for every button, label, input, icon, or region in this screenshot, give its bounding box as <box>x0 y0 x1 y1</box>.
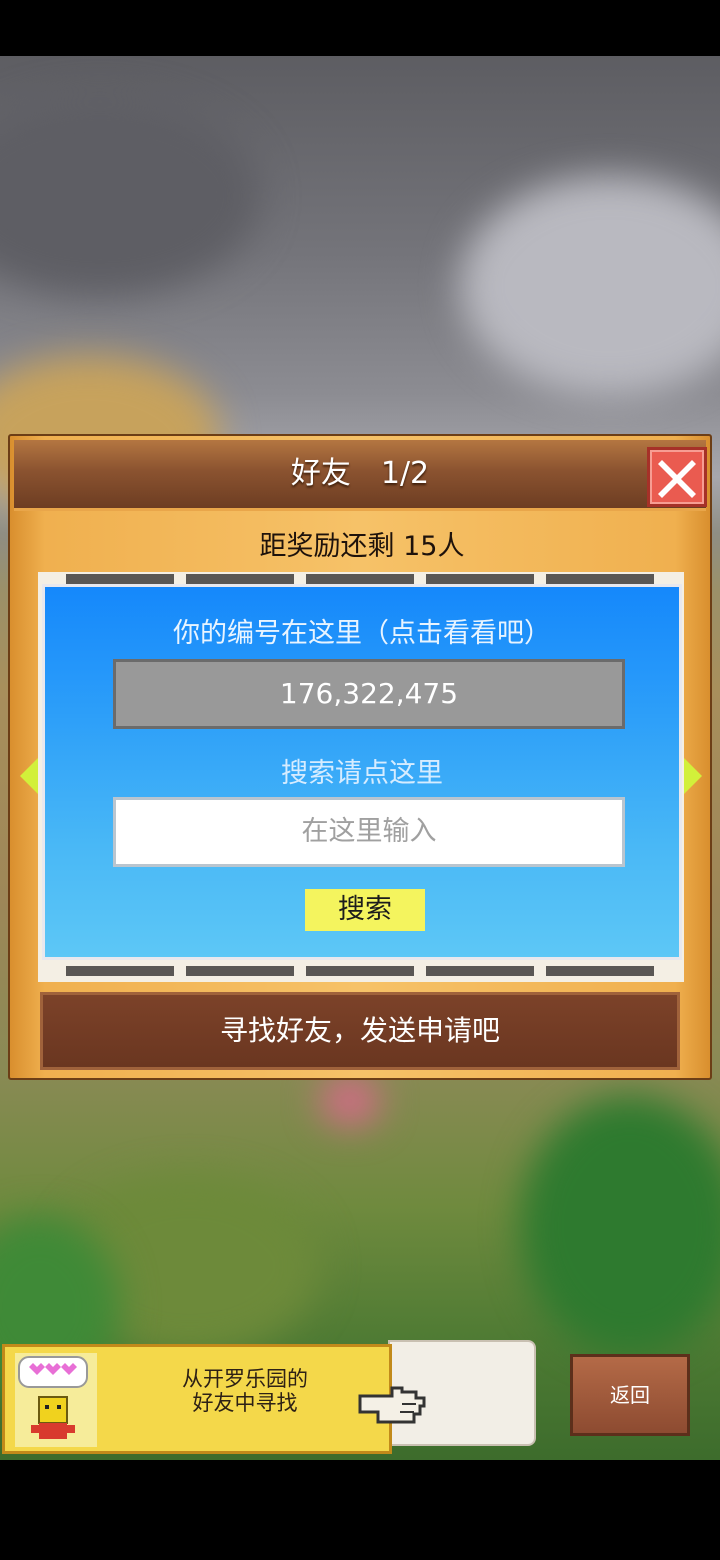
board-peg <box>306 966 414 976</box>
heart-bubble-icon <box>18 1356 88 1388</box>
board-peg <box>546 966 654 976</box>
close-button[interactable] <box>647 447 707 507</box>
search-button[interactable]: 搜索 <box>305 889 425 931</box>
dialog-title-bar: 好友 1/2 <box>14 440 707 511</box>
board-peg <box>426 966 534 976</box>
navigation-bar <box>0 1460 720 1560</box>
board-peg <box>546 574 654 584</box>
search-label: 搜索请点这里 <box>281 758 443 789</box>
find-from-kairo-park-banner[interactable]: 从开罗乐园的 好友中寻找 <box>2 1344 392 1454</box>
banner-text-line2: 好友中寻找 <box>192 1391 298 1415</box>
board-peg <box>66 966 174 976</box>
character-icon <box>15 1353 97 1447</box>
arrow-left-icon[interactable] <box>20 758 38 794</box>
banner-text: 从开罗乐园的 好友中寻找 <box>155 1367 335 1415</box>
back-button[interactable]: 返回 <box>570 1354 690 1436</box>
player-id-label: 你的编号在这里（点击看看吧） <box>173 618 551 649</box>
reward-remaining-text: 距奖励还剩 15人 <box>259 531 465 562</box>
board-peg <box>306 574 414 584</box>
board-peg <box>186 966 294 976</box>
board-peg <box>426 574 534 584</box>
pointing-hand-icon <box>358 1386 426 1424</box>
friend-search-panel: 你的编号在这里（点击看看吧） 176,322,475 搜索请点这里 在这里输入 … <box>42 584 682 960</box>
board-peg <box>186 574 294 584</box>
arrow-right-icon[interactable] <box>684 758 702 794</box>
search-input[interactable]: 在这里输入 <box>113 797 625 867</box>
status-bar <box>0 0 720 56</box>
banner-text-line1: 从开罗乐园的 <box>182 1367 308 1391</box>
find-friends-button[interactable]: 寻找好友，发送申请吧 <box>40 992 680 1070</box>
dialog-title: 好友 1/2 <box>290 456 430 491</box>
close-icon <box>658 460 696 498</box>
friends-dialog: 好友 1/2 距奖励还剩 15人 你的编号在这里（点击看看吧） 176,322,… <box>8 434 712 1080</box>
board-peg <box>66 574 174 584</box>
player-id-field[interactable]: 176,322,475 <box>113 659 625 729</box>
